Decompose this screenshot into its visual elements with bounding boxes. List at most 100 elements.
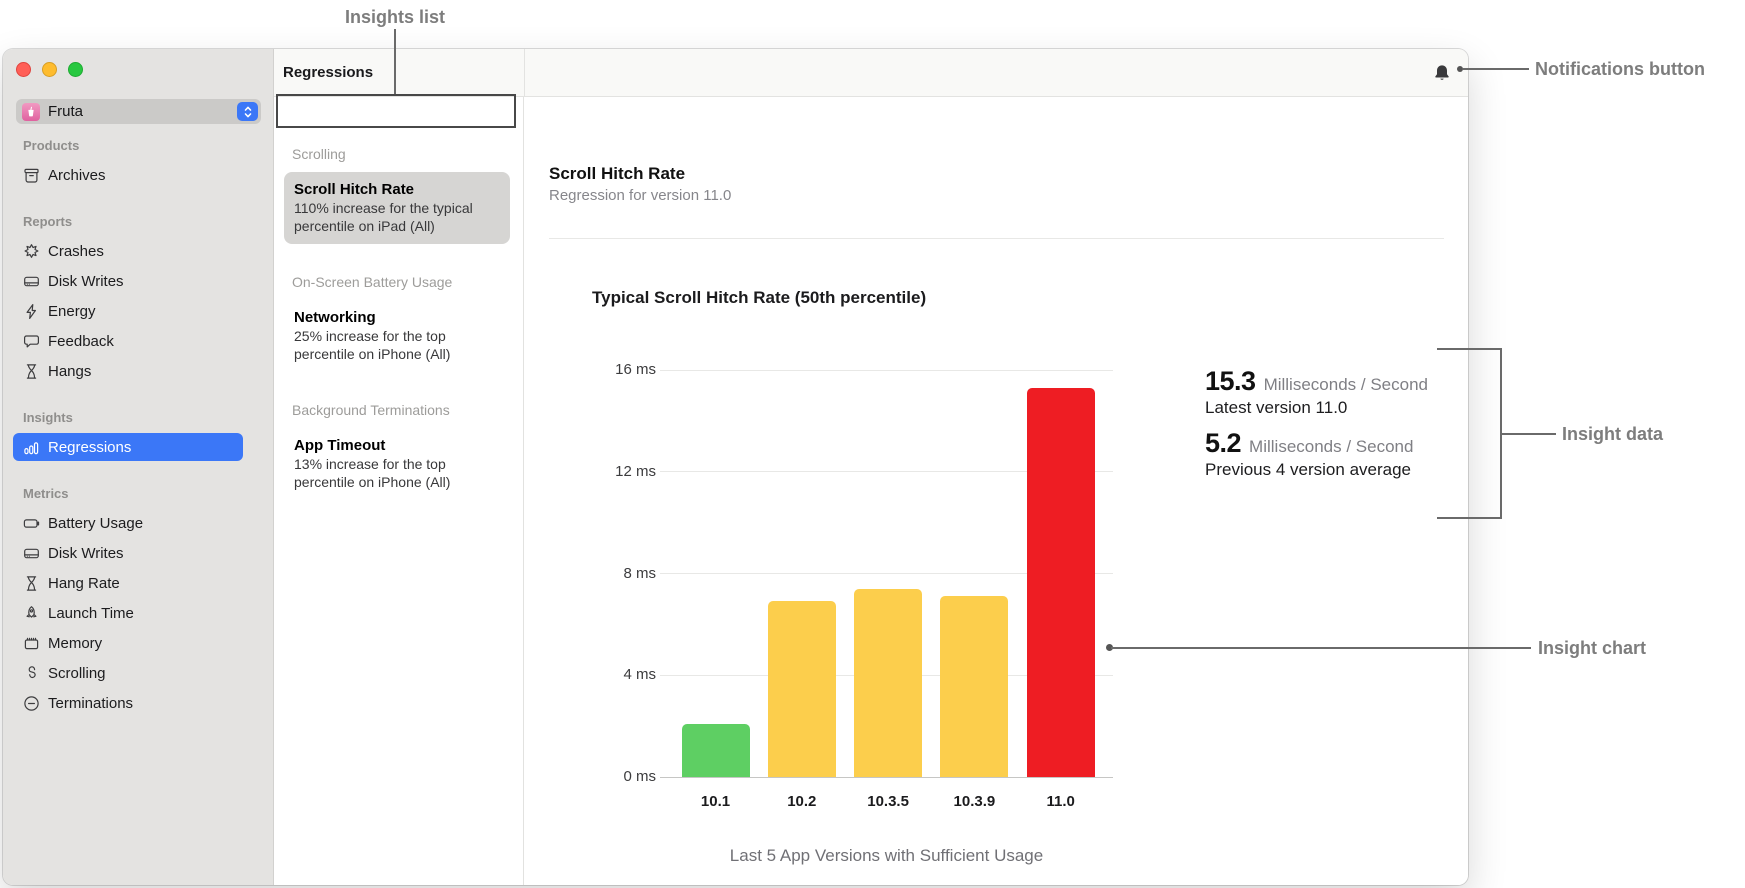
sidebar-item-label: Feedback [48,332,114,350]
sidebar-section-reports: Reports Crashes Disk Writes Energy Feedback H… [13,214,264,385]
notifications-button[interactable] [1432,63,1452,83]
sidebar-section-products: Products Archives [13,138,264,189]
bar-chart-icon [22,438,40,456]
zoom-window-button[interactable] [68,62,83,77]
insight-stat: 15.3 Milliseconds / Second Latest version … [1205,366,1428,418]
sidebar: Fruta Products Archives Reports Crashes Disk… [3,49,274,885]
insights-list: Scrolling Scroll Hitch Rate 110% increase … [274,97,524,885]
annotation-insight-data-line [1502,433,1556,435]
sidebar-item-launch-time[interactable]: Launch Time [13,599,243,627]
sidebar-item-label: Scrolling [48,664,106,682]
y-axis-tick-label: 12 ms [615,462,656,480]
stat-caption: Previous 4 version average [1205,460,1412,479]
chart-x-axis-caption: Last 5 App Versions with Sufficient Usag… [729,846,1044,865]
insight-group-header: On-Screen Battery Usage [292,274,453,290]
insight-data: 15.3 Milliseconds / Second Latest version … [1205,366,1428,490]
insight-list-item-app-timeout[interactable]: App Timeout 13% increase for the top perc… [284,428,510,500]
sidebar-section-header: Metrics [23,486,69,501]
sidebar-sections: Products Archives Reports Crashes Disk Write… [13,138,264,742]
insight-item-description: 13% increase for the top percentile on i… [294,456,451,490]
stat-value: 5.2 [1205,428,1242,458]
y-axis-tick-label: 8 ms [623,564,656,582]
y-axis-tick-label: 0 ms [623,768,656,785]
toolbar: Regressions [274,49,1468,97]
insight-item-description: 25% increase for the top percentile on i… [294,328,451,362]
insight-subtitle: Regression for version 11.0 [549,187,732,204]
sidebar-item-label: Disk Writes [48,544,124,562]
stat-value: 15.3 [1205,366,1256,396]
sidebar-section-metrics: Metrics Battery Usage Disk Writes Hang Rate… [13,486,264,717]
insight-group-header: Scrolling [292,146,346,162]
sidebar-section-insights: Insights Regressions [13,410,264,461]
sidebar-item-label: Archives [48,166,106,184]
chart-title: Typical Scroll Hitch Rate (50th percenti… [592,288,927,307]
bar-10-2 [767,601,836,777]
sidebar-item-energy[interactable]: Energy [13,297,243,325]
annotation-insight-chart-label: Insight chart [1538,638,1647,658]
circle-minus-icon [22,694,40,712]
sidebar-item-hangs[interactable]: Hangs [13,357,243,385]
insight-list-item-scroll-hitch-rate[interactable]: Scroll Hitch Rate 110% increase for the t… [284,172,510,244]
window-controls [16,62,83,77]
sidebar-item-feedback[interactable]: Feedback [13,327,243,355]
insight-chart: 10.1 10.2 10.3.5 10.3.9 11.0 Last 5 App Versi… [660,369,1113,865]
annotation-insights-list-label: Insights list [344,7,446,27]
gridline [660,369,1113,371]
sidebar-item-battery-usage[interactable]: Battery Usage [13,509,243,537]
screenshot-canvas: Fruta Products Archives Reports Crashes Disk… [0,0,1745,888]
insight-item-title: App Timeout [294,437,386,454]
sidebar-item-crashes[interactable]: Crashes [13,237,243,265]
bar-11-0 [1026,387,1095,777]
crash-burst-icon [22,242,40,260]
bar-10-3-9 [940,596,1009,777]
sidebar-item-label: Energy [48,302,96,320]
insight-group-header: Background Terminations [292,402,450,418]
sidebar-item-regressions[interactable]: Regressions [13,433,243,461]
annotation-notifications-label: Notifications button [1535,59,1705,79]
hourglass-icon [22,362,40,380]
x-axis-tick-label: 10.1 [700,793,731,810]
sidebar-item-archives[interactable]: Archives [13,161,243,189]
divider [549,238,1444,239]
speech-bubble-icon [22,332,40,350]
internal-drive-icon [22,544,40,562]
xcode-organizer-window: Fruta Products Archives Reports Crashes Disk… [3,49,1468,885]
insight-item-title: Networking [294,309,376,326]
insight-title: Scroll Hitch Rate [549,164,686,183]
sidebar-item-hang-rate[interactable]: Hang Rate [13,569,243,597]
y-axis-tick-label: 4 ms [623,666,656,684]
insight-item-description: 110% increase for the typical percentile… [294,200,473,234]
annotation-insight-data-bracket-bottom [1437,517,1502,519]
annotation-insights-list-line [394,29,396,94]
bar-10-1 [681,723,750,777]
internal-drive-icon [22,272,40,290]
x-axis-tick-label: 10.3.5 [867,793,909,810]
annotation-notifications-line [1463,68,1529,70]
sidebar-item-disk-writes[interactable]: Disk Writes [13,267,243,295]
annotation-insight-data-label: Insight data [1562,424,1664,444]
sidebar-item-label: Regressions [48,438,132,456]
sidebar-item-disk-writes[interactable]: Disk Writes [13,539,243,567]
app-selector[interactable]: Fruta [16,99,261,124]
sidebar-item-label: Hangs [48,362,92,380]
memory-chip-icon [22,634,40,652]
stat-caption: Latest version 11.0 [1205,398,1348,417]
x-axis-tick-label: 10.2 [787,793,817,810]
insights-list-groups: Scrolling Scroll Hitch Rate 110% increase … [274,97,523,500]
insight-stat: 5.2 Milliseconds / Second Previous 4 versi… [1205,428,1428,480]
close-window-button[interactable] [16,62,31,77]
x-axis-tick-label: 11.0 [1046,793,1075,810]
app-selector-stepper-icon [237,102,258,121]
y-axis-tick-label: 16 ms [615,361,656,378]
sidebar-item-scrolling[interactable]: Scrolling [13,659,243,687]
hourglass-icon [22,574,40,592]
minimize-window-button[interactable] [42,62,57,77]
stat-unit: Milliseconds / Second [1263,375,1428,394]
sidebar-item-label: Launch Time [48,604,134,622]
sidebar-item-memory[interactable]: Memory [13,629,243,657]
sidebar-item-terminations[interactable]: Terminations [13,689,243,717]
insight-list-item-networking[interactable]: Networking 25% increase for the top perce… [284,300,510,372]
rocket-icon [22,604,40,622]
sidebar-section-header: Reports [23,214,73,229]
insights-list-title: Regressions [283,64,374,81]
